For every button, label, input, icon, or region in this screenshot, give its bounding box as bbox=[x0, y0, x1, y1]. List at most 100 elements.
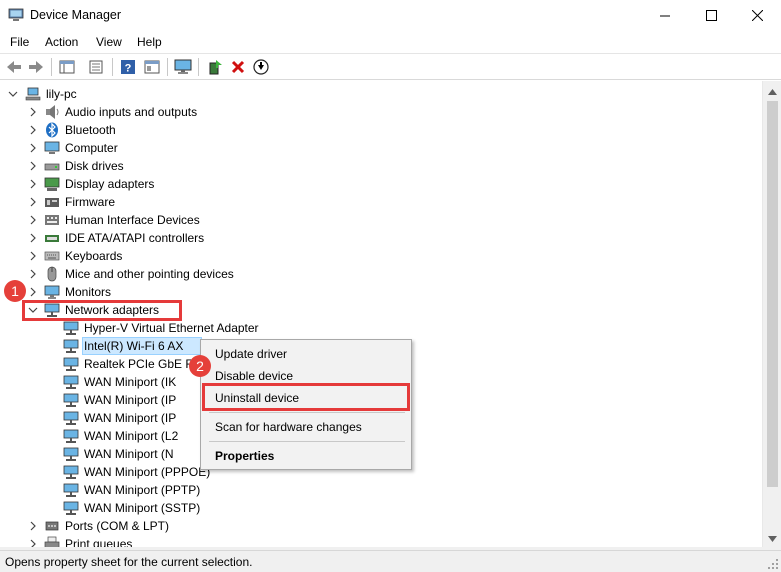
chevron-right-icon[interactable] bbox=[28, 286, 38, 298]
port-icon bbox=[45, 521, 59, 531]
mouse-icon bbox=[47, 266, 57, 282]
tree-category[interactable]: Bluetooth bbox=[0, 121, 762, 139]
chevron-right-icon[interactable] bbox=[28, 232, 38, 244]
tree-category-label: Mice and other pointing devices bbox=[65, 267, 234, 281]
properties-menu-item[interactable]: Properties bbox=[202, 445, 410, 467]
tree-category[interactable]: Ports (COM & LPT) bbox=[0, 517, 762, 535]
tree-category[interactable]: Disk drives bbox=[0, 157, 762, 175]
tree-device-label: WAN Miniport (IP bbox=[84, 393, 177, 407]
menu-view[interactable]: View bbox=[96, 35, 122, 49]
tree-category-label: Firmware bbox=[65, 195, 115, 209]
tree-category[interactable]: Audio inputs and outputs bbox=[0, 103, 762, 121]
status-text: Opens property sheet for the current sel… bbox=[5, 555, 253, 569]
display-adapter-icon bbox=[44, 177, 60, 191]
chevron-right-icon[interactable] bbox=[28, 160, 38, 172]
tree-category-label: Disk drives bbox=[65, 159, 124, 173]
properties-label: Properties bbox=[215, 449, 275, 463]
tree-category-label: Monitors bbox=[65, 285, 112, 299]
scrollbar-thumb[interactable] bbox=[767, 101, 778, 487]
resize-grip-icon[interactable] bbox=[767, 558, 779, 570]
chevron-right-icon[interactable] bbox=[28, 520, 38, 532]
update-driver-icon bbox=[209, 60, 222, 75]
tree-category-label: Display adapters bbox=[65, 177, 155, 191]
forward-button[interactable] bbox=[26, 58, 46, 76]
tree-device[interactable]: WAN Miniport (PPTP) bbox=[0, 481, 762, 499]
toolbar-separator bbox=[198, 58, 199, 76]
properties-icon bbox=[89, 60, 103, 74]
scroll-up-icon[interactable] bbox=[768, 89, 777, 95]
network-adapter-icon bbox=[63, 501, 79, 515]
scroll-down-icon[interactable] bbox=[768, 536, 777, 542]
monitor-icon bbox=[44, 285, 60, 299]
chevron-right-icon[interactable] bbox=[28, 124, 38, 136]
tree-category-label: Human Interface Devices bbox=[65, 213, 200, 227]
tree-category[interactable]: Mice and other pointing devices bbox=[0, 265, 762, 283]
help-button[interactable]: ? bbox=[118, 58, 138, 76]
tree-category-label: Audio inputs and outputs bbox=[65, 105, 198, 119]
tree-category[interactable]: Print queues bbox=[0, 535, 762, 547]
speaker-icon bbox=[46, 105, 59, 119]
chevron-right-icon[interactable] bbox=[28, 196, 38, 208]
network-adapter-icon bbox=[63, 357, 79, 371]
tree-category[interactable]: Human Interface Devices bbox=[0, 211, 762, 229]
chevron-right-icon[interactable] bbox=[28, 178, 38, 190]
scan-hardware-button[interactable] bbox=[173, 58, 193, 76]
view-resources-icon bbox=[144, 60, 160, 74]
network-adapter-icon bbox=[63, 411, 79, 425]
forward-arrow-icon bbox=[29, 61, 43, 73]
device-manager-app-icon bbox=[8, 8, 24, 21]
tree-device-label: Intel(R) Wi-Fi 6 AX bbox=[84, 339, 184, 353]
close-button[interactable] bbox=[734, 0, 780, 31]
tree-device-label: Realtek PCIe GbE F bbox=[84, 357, 193, 371]
update-driver-button[interactable] bbox=[205, 58, 225, 76]
uninstall-device-button[interactable] bbox=[228, 58, 248, 76]
tree-device[interactable]: WAN Miniport (SSTP) bbox=[0, 499, 762, 517]
chevron-right-icon[interactable] bbox=[28, 268, 38, 280]
tree-device[interactable]: Hyper-V Virtual Ethernet Adapter bbox=[0, 319, 762, 337]
chevron-right-icon[interactable] bbox=[28, 250, 38, 262]
tree-category[interactable]: IDE ATA/ATAPI controllers bbox=[0, 229, 762, 247]
tree-root[interactable]: lily-pc bbox=[0, 85, 762, 103]
chevron-right-icon[interactable] bbox=[28, 142, 38, 154]
show-hide-tree-button[interactable] bbox=[57, 58, 77, 76]
properties-button[interactable] bbox=[86, 58, 106, 76]
scan-hardware-menu-item[interactable]: Scan for hardware changes bbox=[202, 416, 410, 438]
computer-icon bbox=[44, 141, 60, 154]
chevron-right-icon[interactable] bbox=[28, 214, 38, 226]
chevron-right-icon[interactable] bbox=[28, 106, 38, 118]
enable-device-button[interactable] bbox=[251, 58, 271, 76]
update-driver-label: Update driver bbox=[215, 347, 288, 361]
tree-category[interactable]: Keyboards bbox=[0, 247, 762, 265]
tree-category-label: Print queues bbox=[65, 537, 133, 547]
menu-action[interactable]: Action bbox=[45, 35, 78, 49]
menu-separator bbox=[209, 412, 405, 413]
minimize-button[interactable] bbox=[642, 0, 688, 31]
toolbar-separator bbox=[112, 58, 113, 76]
step-badge-2: 2 bbox=[189, 355, 211, 377]
tree-category-label: Keyboards bbox=[65, 249, 123, 263]
vertical-scrollbar[interactable] bbox=[762, 81, 781, 547]
tree-category[interactable]: Firmware bbox=[0, 193, 762, 211]
menu-file[interactable]: File bbox=[10, 35, 29, 49]
tree-category-label: Ports (COM & LPT) bbox=[65, 519, 170, 533]
show-hide-tree-icon bbox=[59, 60, 75, 74]
chevron-down-icon[interactable] bbox=[8, 88, 18, 100]
tree-device-label: WAN Miniport (SSTP) bbox=[84, 501, 201, 515]
tree-category[interactable]: Computer bbox=[0, 139, 762, 157]
network-adapter-icon bbox=[63, 447, 79, 461]
tree-category[interactable]: Monitors bbox=[0, 283, 762, 301]
keyboard-icon bbox=[44, 251, 60, 261]
tree-device-label: WAN Miniport (PPPOE) bbox=[84, 465, 211, 479]
window-title: Device Manager bbox=[30, 8, 122, 22]
disk-drive-icon bbox=[44, 163, 60, 171]
view-resources-button[interactable] bbox=[142, 58, 162, 76]
network-adapter-icon bbox=[63, 483, 79, 497]
network-adapter-icon bbox=[63, 321, 79, 335]
chevron-right-icon[interactable] bbox=[28, 538, 38, 547]
menu-help[interactable]: Help bbox=[137, 35, 162, 49]
update-driver-menu-item[interactable]: Update driver bbox=[202, 343, 410, 365]
tree-device-label: WAN Miniport (PPTP) bbox=[84, 483, 201, 497]
maximize-button[interactable] bbox=[688, 0, 734, 31]
back-button[interactable] bbox=[4, 58, 24, 76]
tree-category[interactable]: Display adapters bbox=[0, 175, 762, 193]
